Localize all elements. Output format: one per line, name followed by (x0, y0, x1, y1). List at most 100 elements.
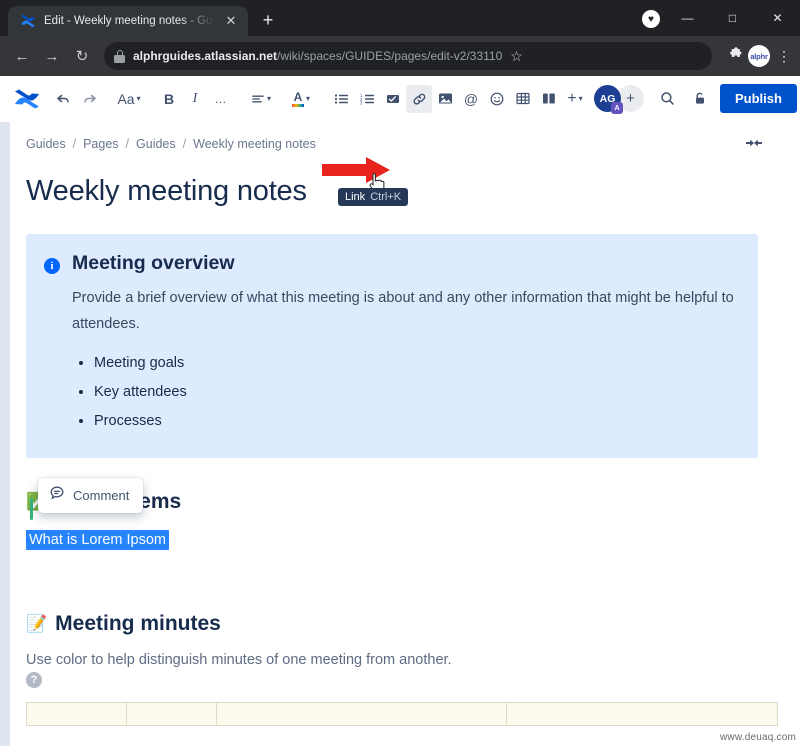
breadcrumb-item-2[interactable]: Guides (136, 137, 176, 151)
url-path: /wiki/spaces/GUIDES/pages/edit-v2/33110 (277, 49, 503, 63)
image-button[interactable] (432, 85, 458, 113)
italic-label: I (192, 90, 198, 106)
profile-avatar[interactable]: alphr (748, 45, 770, 67)
browser-titlebar: Edit - Weekly meeting notes - Gu ✕ + ♥ —… (0, 0, 800, 36)
confluence-editor-page: Aa ▾ B I … ▾ A ▾ 1 2 3 @ + ▾ AG A + Publ… (0, 76, 800, 746)
table-cell[interactable] (507, 703, 777, 726)
tab-close-icon[interactable]: ✕ (222, 12, 240, 30)
restrictions-button[interactable] (686, 85, 712, 113)
insert-button[interactable]: + ▾ (562, 85, 588, 113)
task-list-button[interactable] (380, 85, 406, 113)
memo-emoji-icon: 📝 (26, 614, 48, 634)
info-panel-header: i Meeting overview (44, 252, 738, 275)
collaborators-group: AG A + (594, 85, 644, 114)
meeting-minutes-heading-text: Meeting minutes (55, 612, 221, 636)
comment-popup[interactable]: Comment (38, 478, 144, 514)
url-domain: alphrguides.atlassian.net (133, 49, 278, 63)
mention-button[interactable]: @ (458, 85, 484, 113)
svg-text:3: 3 (360, 100, 363, 104)
forward-icon[interactable]: → (38, 42, 66, 70)
breadcrumb-item-0[interactable]: Guides (26, 137, 66, 151)
bookmark-star-icon[interactable]: ☆ (510, 48, 523, 65)
publish-button[interactable]: Publish (720, 84, 797, 113)
list-item: Key attendees (94, 378, 738, 407)
at-icon: @ (463, 90, 479, 107)
address-bar[interactable]: alphrguides.atlassian.net/wiki/spaces/GU… (104, 42, 712, 70)
text-color-button[interactable]: A ▾ (288, 85, 314, 113)
table-cell[interactable] (127, 703, 217, 726)
back-icon[interactable]: ← (8, 42, 36, 70)
browser-menu-icon[interactable]: ⋮ (776, 48, 792, 65)
confluence-logo-icon[interactable] (14, 87, 40, 111)
tooltip-shortcut: Ctrl+K (370, 191, 402, 203)
watermark: www.deuaq.com (720, 732, 796, 743)
table-button[interactable] (510, 85, 536, 113)
help-icon[interactable]: ? (26, 672, 42, 689)
chevron-down-icon: ▾ (266, 94, 271, 103)
collapse-sidebar-icon[interactable] (746, 136, 762, 151)
link-tooltip: Link Ctrl+K (338, 188, 409, 206)
star-glyph: ☆ (510, 47, 523, 64)
extension-area: alphr ⋮ (720, 45, 792, 67)
ellipsis-icon: … (214, 91, 228, 106)
tooltip-label: Link (345, 191, 366, 203)
redo-button[interactable] (76, 85, 102, 113)
window-controls: — □ ✕ (665, 0, 800, 36)
numbered-list-button[interactable]: 1 2 3 (354, 85, 380, 113)
tab-title: Edit - Weekly meeting notes - Gu (44, 15, 213, 27)
avatar-badge: A (611, 102, 623, 114)
layout-button[interactable] (536, 85, 562, 113)
breadcrumb-item-3[interactable]: Weekly meeting notes (193, 137, 316, 151)
history-group (50, 85, 102, 113)
browser-window: Edit - Weekly meeting notes - Gu ✕ + ♥ —… (0, 0, 800, 746)
browser-tab[interactable]: Edit - Weekly meeting notes - Gu ✕ (8, 6, 248, 36)
more-formatting-button[interactable]: … (208, 85, 234, 113)
document-body: Weekly meeting notes i Meeting overview … (0, 175, 800, 727)
info-icon: i (44, 258, 60, 274)
selected-text-row: What is Lorem Ipsom (26, 514, 800, 551)
extensions-icon[interactable] (726, 46, 742, 66)
chevron-down-icon: ▾ (305, 94, 310, 103)
heart-icon: ♥ (642, 10, 660, 28)
reload-icon[interactable]: ↻ (68, 42, 96, 70)
confluence-icon (20, 13, 36, 29)
close-window-button[interactable]: ✕ (755, 2, 800, 34)
page-title[interactable]: Weekly meeting notes (26, 175, 800, 208)
minimize-button[interactable]: — (665, 2, 710, 34)
info-panel[interactable]: i Meeting overview Provide a brief overv… (26, 234, 758, 459)
bold-button[interactable]: B (156, 85, 182, 113)
align-button[interactable]: ▾ (248, 85, 274, 113)
meeting-minutes-body: Use color to help distinguish minutes of… (26, 652, 452, 669)
minutes-table[interactable] (26, 702, 778, 727)
meeting-minutes-heading[interactable]: 📝 Meeting minutes (26, 612, 800, 636)
chevron-down-icon: ▾ (578, 94, 583, 103)
emoji-button[interactable] (484, 85, 510, 113)
tab-strip: Edit - Weekly meeting notes - Gu ✕ + (0, 0, 282, 36)
comment-icon (49, 485, 65, 506)
new-tab-button[interactable]: + (254, 6, 282, 34)
comment-label: Comment (73, 488, 130, 504)
chevron-down-icon: ▾ (136, 94, 141, 103)
list-item: Processes (94, 407, 738, 436)
search-button[interactable] (654, 85, 680, 113)
bullet-list-button[interactable] (328, 85, 354, 113)
italic-button[interactable]: I (182, 85, 208, 113)
link-button[interactable] (406, 84, 432, 113)
comment-indicator-bar (30, 498, 33, 521)
table-cell[interactable] (217, 703, 507, 726)
text-color-label: A (293, 89, 303, 104)
bold-label: B (163, 90, 175, 107)
url-text: alphrguides.atlassian.net/wiki/spaces/GU… (133, 49, 502, 63)
breadcrumb-separator: / (125, 136, 130, 151)
left-sidebar-rail (0, 76, 10, 746)
breadcrumb-separator: / (72, 136, 77, 151)
breadcrumb-item-1[interactable]: Pages (83, 137, 118, 151)
maximize-button[interactable]: □ (710, 2, 755, 34)
undo-button[interactable] (50, 85, 76, 113)
text-style-button[interactable]: Aa ▾ (116, 85, 142, 113)
breadcrumb: Guides / Pages / Guides / Weekly meeting… (0, 122, 800, 161)
list-item: Meeting goals (94, 349, 738, 378)
table-cell[interactable] (27, 703, 127, 726)
selected-text[interactable]: What is Lorem Ipsom (26, 530, 169, 551)
avatar[interactable]: AG A (594, 85, 623, 114)
